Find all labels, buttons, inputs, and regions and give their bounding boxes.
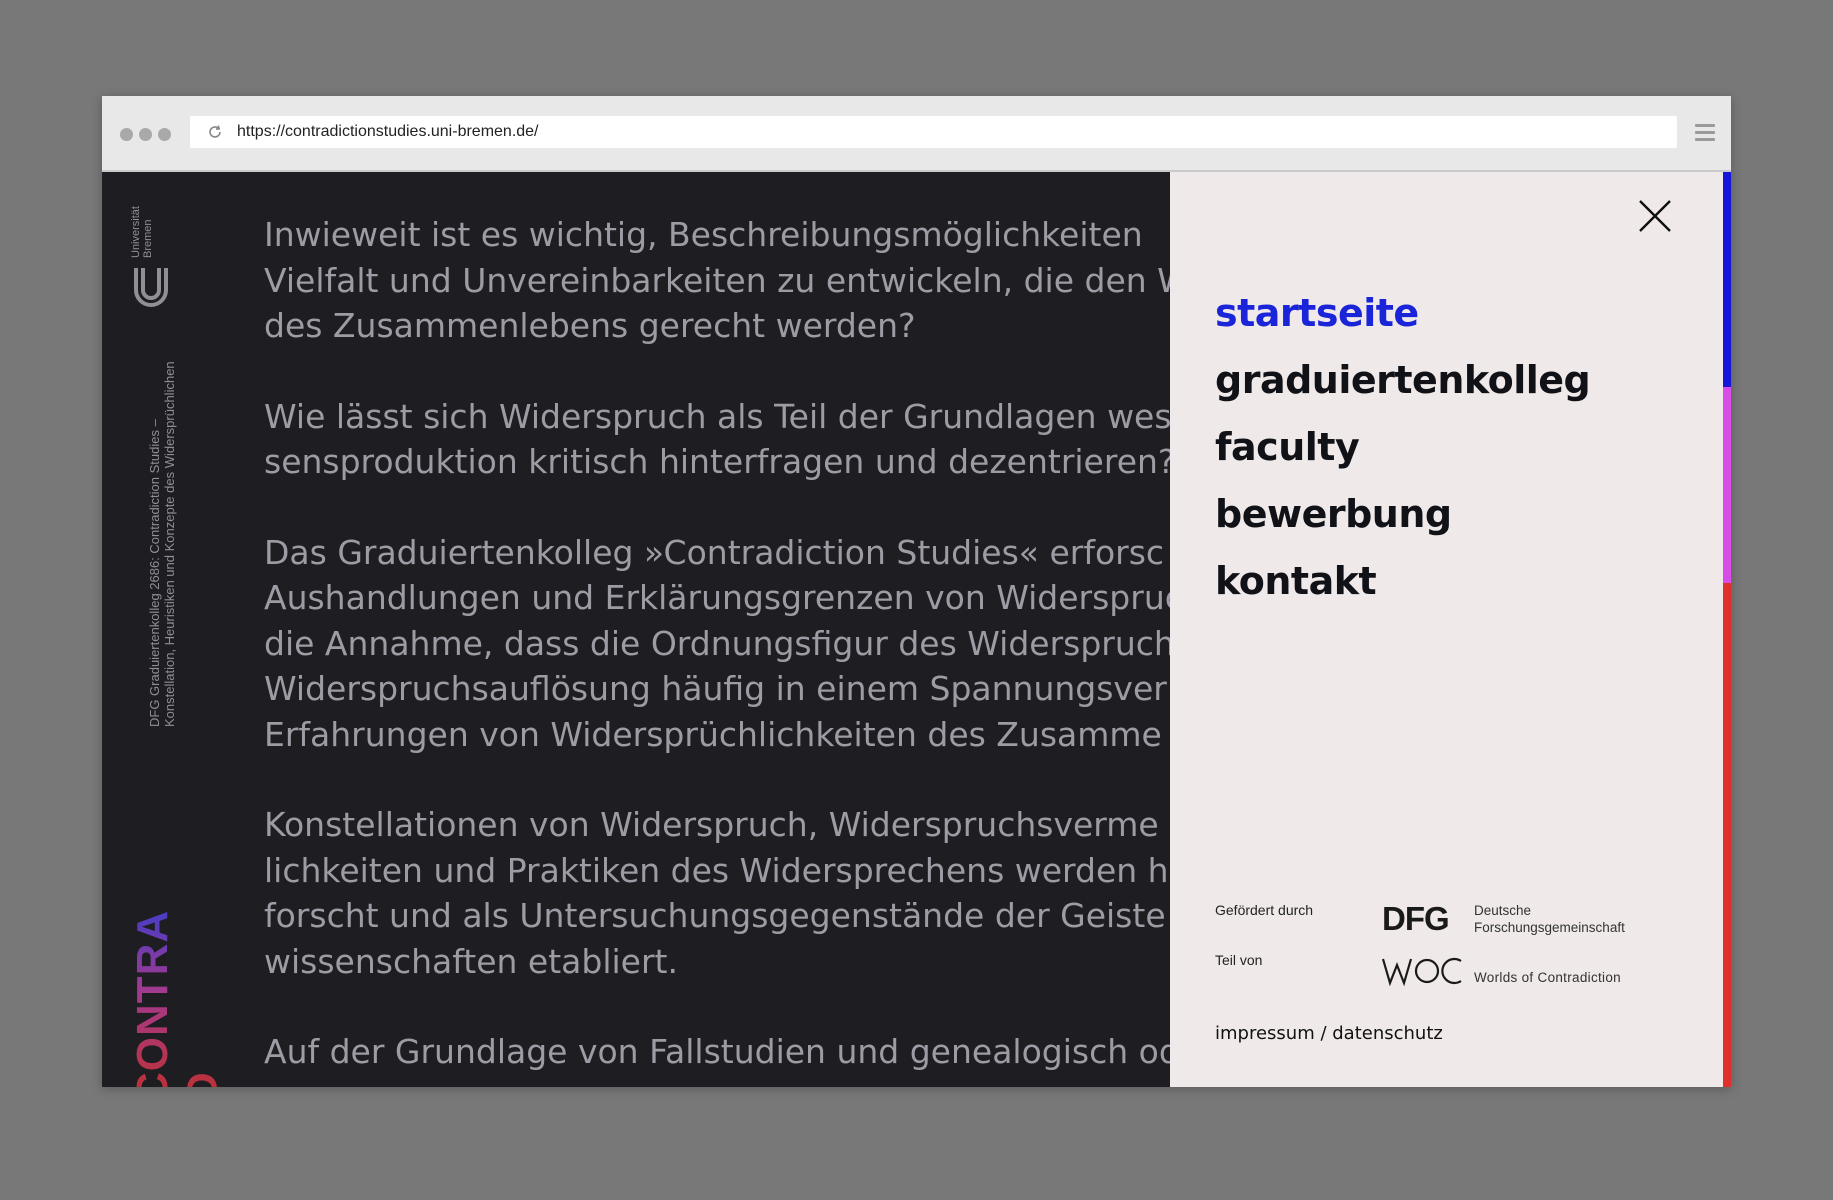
main-navigation: startseite graduiertenkolleg faculty bewerb… <box>1215 280 1591 615</box>
project-description-line: Konstellation, Heuristiken und Konzepte … <box>162 361 177 727</box>
color-bar-segment <box>1723 387 1731 583</box>
part-of-label: Teil von <box>1215 952 1263 968</box>
color-bar <box>1723 172 1731 1087</box>
window-dot-icon[interactable] <box>120 128 133 141</box>
color-bar-segment <box>1723 172 1731 387</box>
dfg-name: Deutsche Forschungsgemeinschaft <box>1474 902 1625 936</box>
paragraph-line: die Annahme, dass die Ordnungsfigur des … <box>264 623 1175 663</box>
nav-item-graduiertenkolleg[interactable]: graduiertenkolleg <box>1215 347 1591 414</box>
close-icon[interactable] <box>1637 198 1673 234</box>
window-dot-icon[interactable] <box>158 128 171 141</box>
paragraph-line: Erfahrungen von Widersprüchlichkeiten de… <box>264 714 1162 754</box>
dfg-name-line: Forschungsgemeinschaft <box>1474 920 1625 935</box>
legal-links[interactable]: impressum / datenschutz <box>1215 1023 1443 1044</box>
reload-icon[interactable] <box>206 123 224 141</box>
window-controls <box>120 128 171 141</box>
paragraph-line: Vielfalt und Unvereinbarkeiten zu entwic… <box>264 260 1190 300</box>
dfg-logo[interactable]: DFG <box>1382 900 1450 938</box>
navigation-overlay: startseite graduiertenkolleg faculty bewerb… <box>1170 172 1723 1087</box>
url-text[interactable]: https://contradictionstudies.uni-bremen.… <box>237 116 539 148</box>
left-rail: Universität Bremen DFG Graduiertenkolleg… <box>102 172 227 1087</box>
paragraph-line: lichkeiten und Praktiken des Widersprech… <box>264 850 1169 890</box>
color-bar-segment <box>1723 583 1731 1087</box>
nav-item-startseite[interactable]: startseite <box>1215 280 1590 347</box>
woc-name: Worlds of Contradiction <box>1474 970 1621 985</box>
woc-logo-icon[interactable] <box>1381 955 1465 987</box>
paragraph-line: Widerspruchsauflösung häufig in einem Sp… <box>264 669 1167 708</box>
university-label: Universität Bremen <box>130 206 154 258</box>
paragraph-line: Inwieweit ist es wichtig, Beschreibungsm… <box>264 215 1143 254</box>
contradiction-logo[interactable]: CONTRA D <box>128 900 228 1087</box>
paragraph-line: sensproduktion kritisch hinterfragen und… <box>264 442 1176 481</box>
nav-item-kontakt[interactable]: kontakt <box>1215 548 1590 615</box>
university-logo-icon[interactable] <box>130 264 172 312</box>
dfg-name-line: Deutsche <box>1474 903 1532 918</box>
nav-item-faculty[interactable]: faculty <box>1215 414 1590 481</box>
project-description: DFG Graduiertenkolleg 2686: Contradictio… <box>147 327 177 727</box>
paragraph-line: forscht und als Untersuchungsgegenstände… <box>264 896 1166 935</box>
paragraph-line: Konstellationen von Widerspruch, Widersp… <box>264 805 1159 844</box>
paragraph-line: des Zusammenlebens gerecht werden? <box>264 306 916 345</box>
paragraph-line: Wie lässt sich Widerspruch als Teil der … <box>264 396 1172 436</box>
project-description-line: DFG Graduiertenkolleg 2686: Contradictio… <box>147 419 162 727</box>
page: Universität Bremen DFG Graduiertenkolleg… <box>102 172 1731 1087</box>
funded-by-label: Gefördert durch <box>1215 902 1314 918</box>
browser-toolbar: https://contradictionstudies.uni-bremen.… <box>102 96 1731 172</box>
window-dot-icon[interactable] <box>139 128 152 141</box>
paragraph-line: Aushandlungen und Erklärungsgrenzen von … <box>264 578 1183 617</box>
browser-window: https://contradictionstudies.uni-bremen.… <box>102 96 1731 1087</box>
paragraph-line: Auf der Grundlage von Fallstudien und ge… <box>264 1032 1180 1071</box>
paragraph-line: Das Graduiertenkolleg »Contradiction Stu… <box>264 532 1165 572</box>
paragraph-line: wissenschaften etabliert. <box>264 941 678 981</box>
address-bar[interactable]: https://contradictionstudies.uni-bremen.… <box>190 116 1677 148</box>
browser-menu-icon[interactable] <box>1695 124 1715 142</box>
nav-item-bewerbung[interactable]: bewerbung <box>1215 481 1590 548</box>
